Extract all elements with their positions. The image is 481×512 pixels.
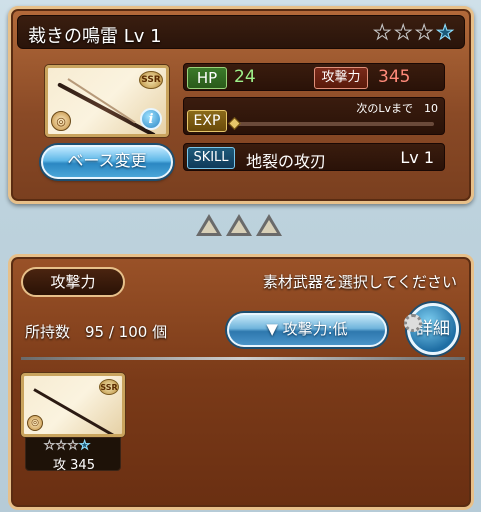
item-info: ★ ★ ★ ★ 攻 345 xyxy=(25,437,121,473)
star-icon: ★ xyxy=(79,438,91,453)
weapon-image[interactable]: SSR ◎ i xyxy=(45,65,169,137)
ssr-badge: SSR xyxy=(99,379,119,395)
tab-attack[interactable]: 攻撃力 xyxy=(21,267,125,297)
upgrade-arrows xyxy=(196,214,282,236)
skill-label: SKILL xyxy=(187,147,235,169)
select-hint: 素材武器を選択してください xyxy=(262,273,457,291)
exp-label: EXP xyxy=(187,110,227,132)
weapon-thumbnail: SSR ◎ xyxy=(21,373,125,437)
ssr-badge: SSR xyxy=(139,71,163,89)
hp-value: 24 xyxy=(234,67,256,87)
material-weapon-item[interactable]: SSR ◎ ★ ★ ★ ★ 攻 345 xyxy=(21,373,125,473)
star-icon: ★ xyxy=(373,20,392,45)
exp-row: EXP 次のLvまで 10 xyxy=(183,97,445,135)
skill-row: SKILL 地裂の攻刃 Lv 1 xyxy=(183,143,445,171)
star-icon: ★ xyxy=(67,438,79,453)
star-icon: ★ xyxy=(55,438,67,453)
stats-row: HP 24 攻撃力 345 xyxy=(183,63,445,91)
skill-level: Lv 1 xyxy=(400,148,434,167)
arrow-up-icon xyxy=(226,214,252,236)
atk-label: 攻撃力 xyxy=(314,67,368,89)
star-icon: ★ xyxy=(436,20,455,45)
exp-progress-bar xyxy=(234,122,434,126)
uncap-stars: ★ ★ ★ ★ xyxy=(373,20,455,45)
arrow-up-icon xyxy=(256,214,282,236)
sort-button[interactable]: ▼ 攻撃力:低 xyxy=(227,313,387,347)
owned-count: 所持数 95 / 100 個 xyxy=(25,323,168,341)
arrow-up-icon xyxy=(196,214,222,236)
bow-image xyxy=(57,82,157,134)
skill-name: 地裂の攻刃 xyxy=(246,152,327,171)
weapon-detail-panel: 裁きの鳴雷 Lv 1 ★ ★ ★ ★ SSR ◎ i ベース変更 HP 24 攻… xyxy=(8,6,474,204)
info-icon[interactable]: i xyxy=(140,108,162,130)
bow-image xyxy=(33,388,122,434)
divider xyxy=(21,357,465,360)
atk-value: 345 xyxy=(378,67,411,87)
star-icon: ★ xyxy=(394,20,413,45)
item-attack: 攻 345 xyxy=(53,458,95,473)
next-level-text: 次のLvまで 10 xyxy=(356,102,438,115)
base-change-button[interactable]: ベース変更 xyxy=(41,145,173,179)
material-select-panel: 攻撃力 素材武器を選択してください 所持数 95 / 100 個 ▼ 攻撃力:低… xyxy=(8,254,474,510)
hp-label: HP xyxy=(187,67,227,89)
gear-icon xyxy=(404,314,422,332)
star-icon: ★ xyxy=(415,20,434,45)
bow-string xyxy=(67,78,136,124)
star-icon: ★ xyxy=(44,438,56,453)
weapon-title: 裁きの鳴雷 Lv 1 xyxy=(28,26,162,47)
detail-button[interactable]: 詳細 xyxy=(404,303,459,355)
uncap-stars: ★ ★ ★ ★ xyxy=(44,438,91,453)
light-element-icon: ◎ xyxy=(51,111,71,131)
weapon-title-bar: 裁きの鳴雷 Lv 1 ★ ★ ★ ★ xyxy=(17,15,465,49)
light-element-icon: ◎ xyxy=(27,415,43,431)
exp-progress-marker xyxy=(228,117,241,130)
